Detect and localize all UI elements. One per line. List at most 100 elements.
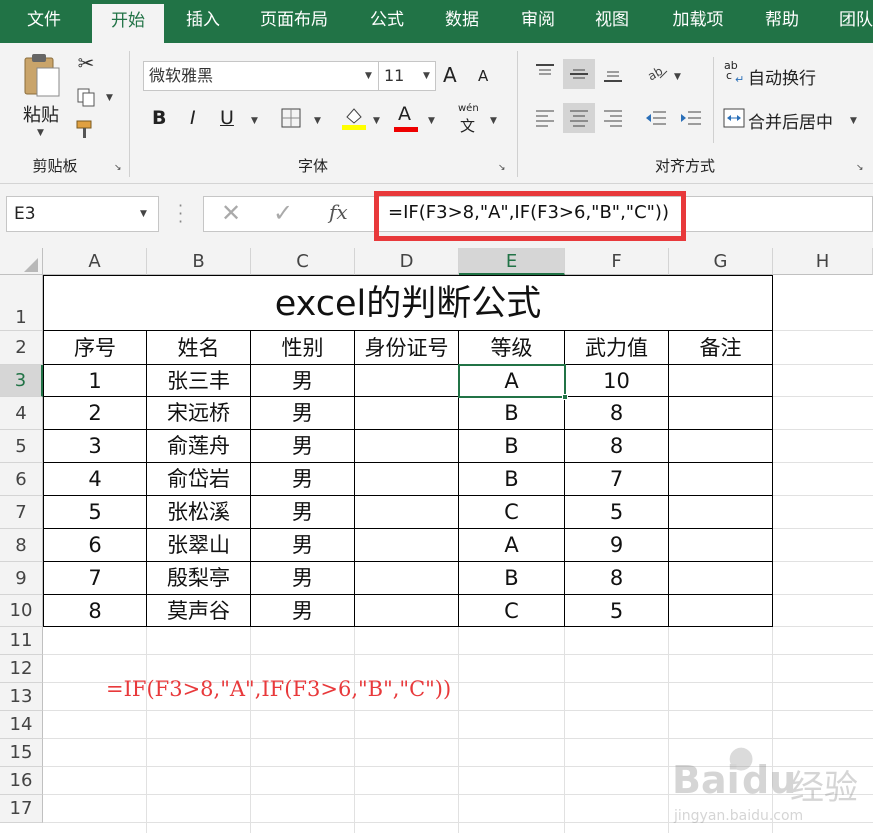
table-cell[interactable]: 8 bbox=[565, 430, 669, 463]
enter-icon[interactable]: ✓ bbox=[273, 199, 293, 227]
font-size-dropdown-icon[interactable]: ▼ bbox=[423, 71, 430, 81]
pinyin-guide-top[interactable]: wén bbox=[458, 103, 479, 114]
table-cell[interactable] bbox=[669, 430, 773, 463]
clipboard-launcher-icon[interactable]: ↘ bbox=[114, 163, 122, 173]
fill-color-icon[interactable] bbox=[342, 105, 366, 131]
column-header-H[interactable]: H bbox=[773, 248, 873, 275]
orientation-icon[interactable]: ab bbox=[644, 59, 670, 85]
table-cell[interactable]: 8 bbox=[565, 397, 669, 430]
row-header-14[interactable]: 14 bbox=[0, 711, 43, 739]
merge-dropdown-icon[interactable]: ▼ bbox=[850, 116, 857, 126]
table-cell[interactable] bbox=[355, 595, 459, 627]
table-cell[interactable] bbox=[355, 430, 459, 463]
increase-font-size-button[interactable]: A bbox=[443, 63, 457, 87]
row-header-6[interactable]: 6 bbox=[0, 463, 43, 496]
table-cell[interactable] bbox=[669, 397, 773, 430]
table-cell[interactable]: 张松溪 bbox=[147, 496, 251, 529]
table-cell[interactable] bbox=[355, 397, 459, 430]
row-header-7[interactable]: 7 bbox=[0, 496, 43, 529]
wrap-text-button[interactable]: 自动换行 bbox=[748, 64, 816, 89]
row-header-5[interactable]: 5 bbox=[0, 430, 43, 463]
row-header-10[interactable]: 10 bbox=[0, 595, 43, 627]
table-cell[interactable]: 2 bbox=[43, 397, 147, 430]
menu-tab-4[interactable]: 公式 bbox=[350, 0, 424, 43]
row-header-16[interactable]: 16 bbox=[0, 767, 43, 795]
table-cell[interactable] bbox=[355, 463, 459, 496]
menu-tab-8[interactable]: 加载项 bbox=[652, 0, 744, 43]
table-cell[interactable]: B bbox=[459, 430, 565, 463]
row-header-2[interactable]: 2 bbox=[0, 331, 43, 365]
table-cell[interactable] bbox=[669, 595, 773, 627]
menu-tab-1[interactable]: 开始 bbox=[92, 4, 164, 43]
column-header-D[interactable]: D bbox=[355, 248, 459, 275]
table-cell[interactable]: 1 bbox=[43, 365, 147, 397]
pinyin-guide-button[interactable]: 文 bbox=[460, 115, 475, 136]
table-cell[interactable]: 9 bbox=[565, 529, 669, 562]
copy-icon[interactable] bbox=[74, 85, 98, 109]
middle-align-icon[interactable] bbox=[563, 59, 595, 89]
center-align-icon[interactable] bbox=[563, 103, 595, 133]
bold-button[interactable]: B bbox=[152, 107, 166, 129]
table-cell[interactable]: 男 bbox=[251, 365, 355, 397]
paste-dropdown-icon[interactable]: ▼ bbox=[37, 128, 44, 138]
table-cell[interactable]: 4 bbox=[43, 463, 147, 496]
table-cell[interactable]: 男 bbox=[251, 562, 355, 595]
menu-tab-2[interactable]: 插入 bbox=[168, 0, 238, 43]
table-cell[interactable]: 8 bbox=[43, 595, 147, 627]
menu-tab-5[interactable]: 数据 bbox=[424, 0, 500, 43]
name-box-dropdown-icon[interactable]: ▼ bbox=[140, 209, 147, 219]
fill-handle[interactable] bbox=[562, 394, 568, 400]
underline-button[interactable]: U bbox=[220, 107, 234, 129]
increase-indent-icon[interactable] bbox=[678, 105, 704, 131]
column-header-F[interactable]: F bbox=[565, 248, 669, 275]
font-launcher-icon[interactable]: ↘ bbox=[498, 163, 506, 173]
format-painter-icon[interactable] bbox=[74, 117, 98, 141]
orientation-dropdown-icon[interactable]: ▼ bbox=[674, 72, 681, 82]
decrease-indent-icon[interactable] bbox=[643, 105, 669, 131]
copy-dropdown-icon[interactable]: ▼ bbox=[106, 93, 113, 103]
font-name-select[interactable]: 微软雅黑 bbox=[143, 61, 379, 91]
table-cell[interactable]: 5 bbox=[565, 595, 669, 627]
row-header-3[interactable]: 3 bbox=[0, 365, 43, 397]
table-cell[interactable] bbox=[669, 463, 773, 496]
table-cell[interactable]: C bbox=[459, 496, 565, 529]
table-cell[interactable]: 6 bbox=[43, 529, 147, 562]
table-cell[interactable]: 8 bbox=[565, 562, 669, 595]
table-cell[interactable]: 俞岱岩 bbox=[147, 463, 251, 496]
table-cell[interactable]: 5 bbox=[565, 496, 669, 529]
column-header-C[interactable]: C bbox=[251, 248, 355, 275]
font-name-dropdown-icon[interactable]: ▼ bbox=[365, 71, 372, 81]
table-cell[interactable]: 殷梨亭 bbox=[147, 562, 251, 595]
table-cell[interactable]: 3 bbox=[43, 430, 147, 463]
table-cell[interactable]: B bbox=[459, 397, 565, 430]
table-cell[interactable]: 5 bbox=[43, 496, 147, 529]
table-cell[interactable]: 7 bbox=[565, 463, 669, 496]
column-header-E[interactable]: E bbox=[459, 248, 565, 275]
column-header-B[interactable]: B bbox=[147, 248, 251, 275]
table-cell[interactable]: A bbox=[459, 529, 565, 562]
table-cell[interactable]: 莫声谷 bbox=[147, 595, 251, 627]
font-color-button[interactable]: A bbox=[398, 103, 411, 125]
borders-icon[interactable] bbox=[280, 107, 302, 129]
table-cell[interactable]: 男 bbox=[251, 529, 355, 562]
cut-icon[interactable]: ✂ bbox=[74, 51, 98, 75]
table-cell[interactable] bbox=[355, 562, 459, 595]
row-header-11[interactable]: 11 bbox=[0, 627, 43, 655]
paste-icon[interactable] bbox=[20, 51, 62, 101]
table-cell[interactable] bbox=[669, 529, 773, 562]
table-cell[interactable]: 张翠山 bbox=[147, 529, 251, 562]
table-cell[interactable] bbox=[669, 562, 773, 595]
cancel-icon[interactable]: ✕ bbox=[221, 199, 241, 227]
font-color-dropdown-icon[interactable]: ▼ bbox=[428, 116, 435, 126]
row-header-13[interactable]: 13 bbox=[0, 683, 43, 711]
menu-tab-3[interactable]: 页面布局 bbox=[242, 0, 346, 43]
row-header-4[interactable]: 4 bbox=[0, 397, 43, 430]
table-cell[interactable]: 7 bbox=[43, 562, 147, 595]
bottom-align-icon[interactable] bbox=[600, 59, 626, 89]
row-header-1[interactable]: 1 bbox=[0, 275, 43, 331]
menu-tab-7[interactable]: 视图 bbox=[576, 0, 648, 43]
table-cell[interactable]: 男 bbox=[251, 595, 355, 627]
pinyin-dropdown-icon[interactable]: ▼ bbox=[490, 116, 497, 126]
table-cell[interactable] bbox=[669, 496, 773, 529]
alignment-launcher-icon[interactable]: ↘ bbox=[856, 163, 864, 173]
